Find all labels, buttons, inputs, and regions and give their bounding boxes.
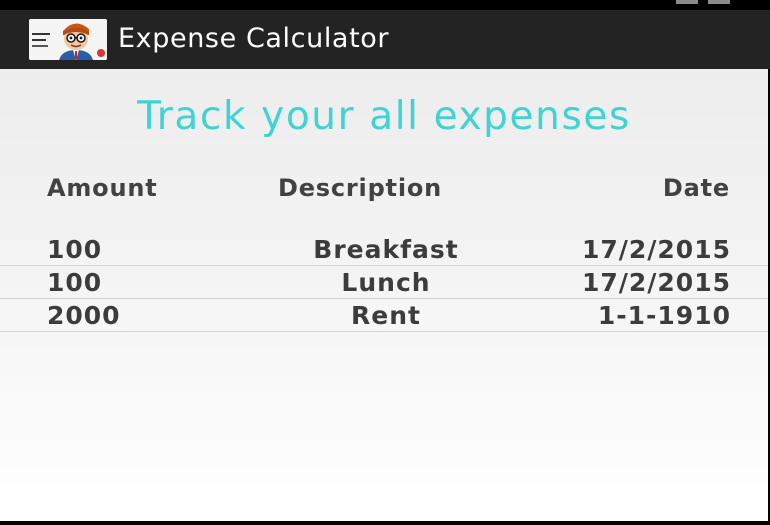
app-icon[interactable] [29, 19, 107, 60]
column-header-amount: Amount [47, 174, 158, 202]
expense-row[interactable]: 100 Lunch 17/2/2015 [0, 265, 768, 299]
expense-amount: 2000 [47, 301, 121, 330]
expense-description: Breakfast [313, 235, 459, 264]
headline: Track your all expenses [137, 94, 631, 139]
action-bar: Expense Calculator [0, 10, 770, 69]
expense-date: 17/2/2015 [581, 235, 731, 264]
expense-amount: 100 [47, 235, 103, 264]
expense-date: 1-1-1910 [597, 301, 731, 330]
expense-amount: 100 [47, 268, 103, 297]
expense-row[interactable]: 100 Breakfast 17/2/2015 [0, 232, 768, 266]
status-icons [676, 0, 730, 4]
screen-edge [0, 521, 770, 525]
expense-row[interactable]: 2000 Rent 1-1-1910 [0, 298, 768, 332]
column-header-description: Description [278, 174, 443, 202]
phone-screen: Expense Calculator Track your all expens… [0, 0, 770, 525]
app-title: Expense Calculator [118, 23, 390, 54]
signal-icon [676, 0, 698, 4]
status-bar [0, 0, 770, 10]
cartoon-face-icon [29, 19, 107, 60]
main-content: Track your all expenses Amount Descripti… [0, 69, 768, 521]
expense-description: Lunch [341, 268, 431, 297]
expense-date: 17/2/2015 [581, 268, 731, 297]
battery-icon [708, 0, 730, 4]
column-header-date: Date [662, 174, 730, 202]
expense-description: Rent [351, 301, 421, 330]
